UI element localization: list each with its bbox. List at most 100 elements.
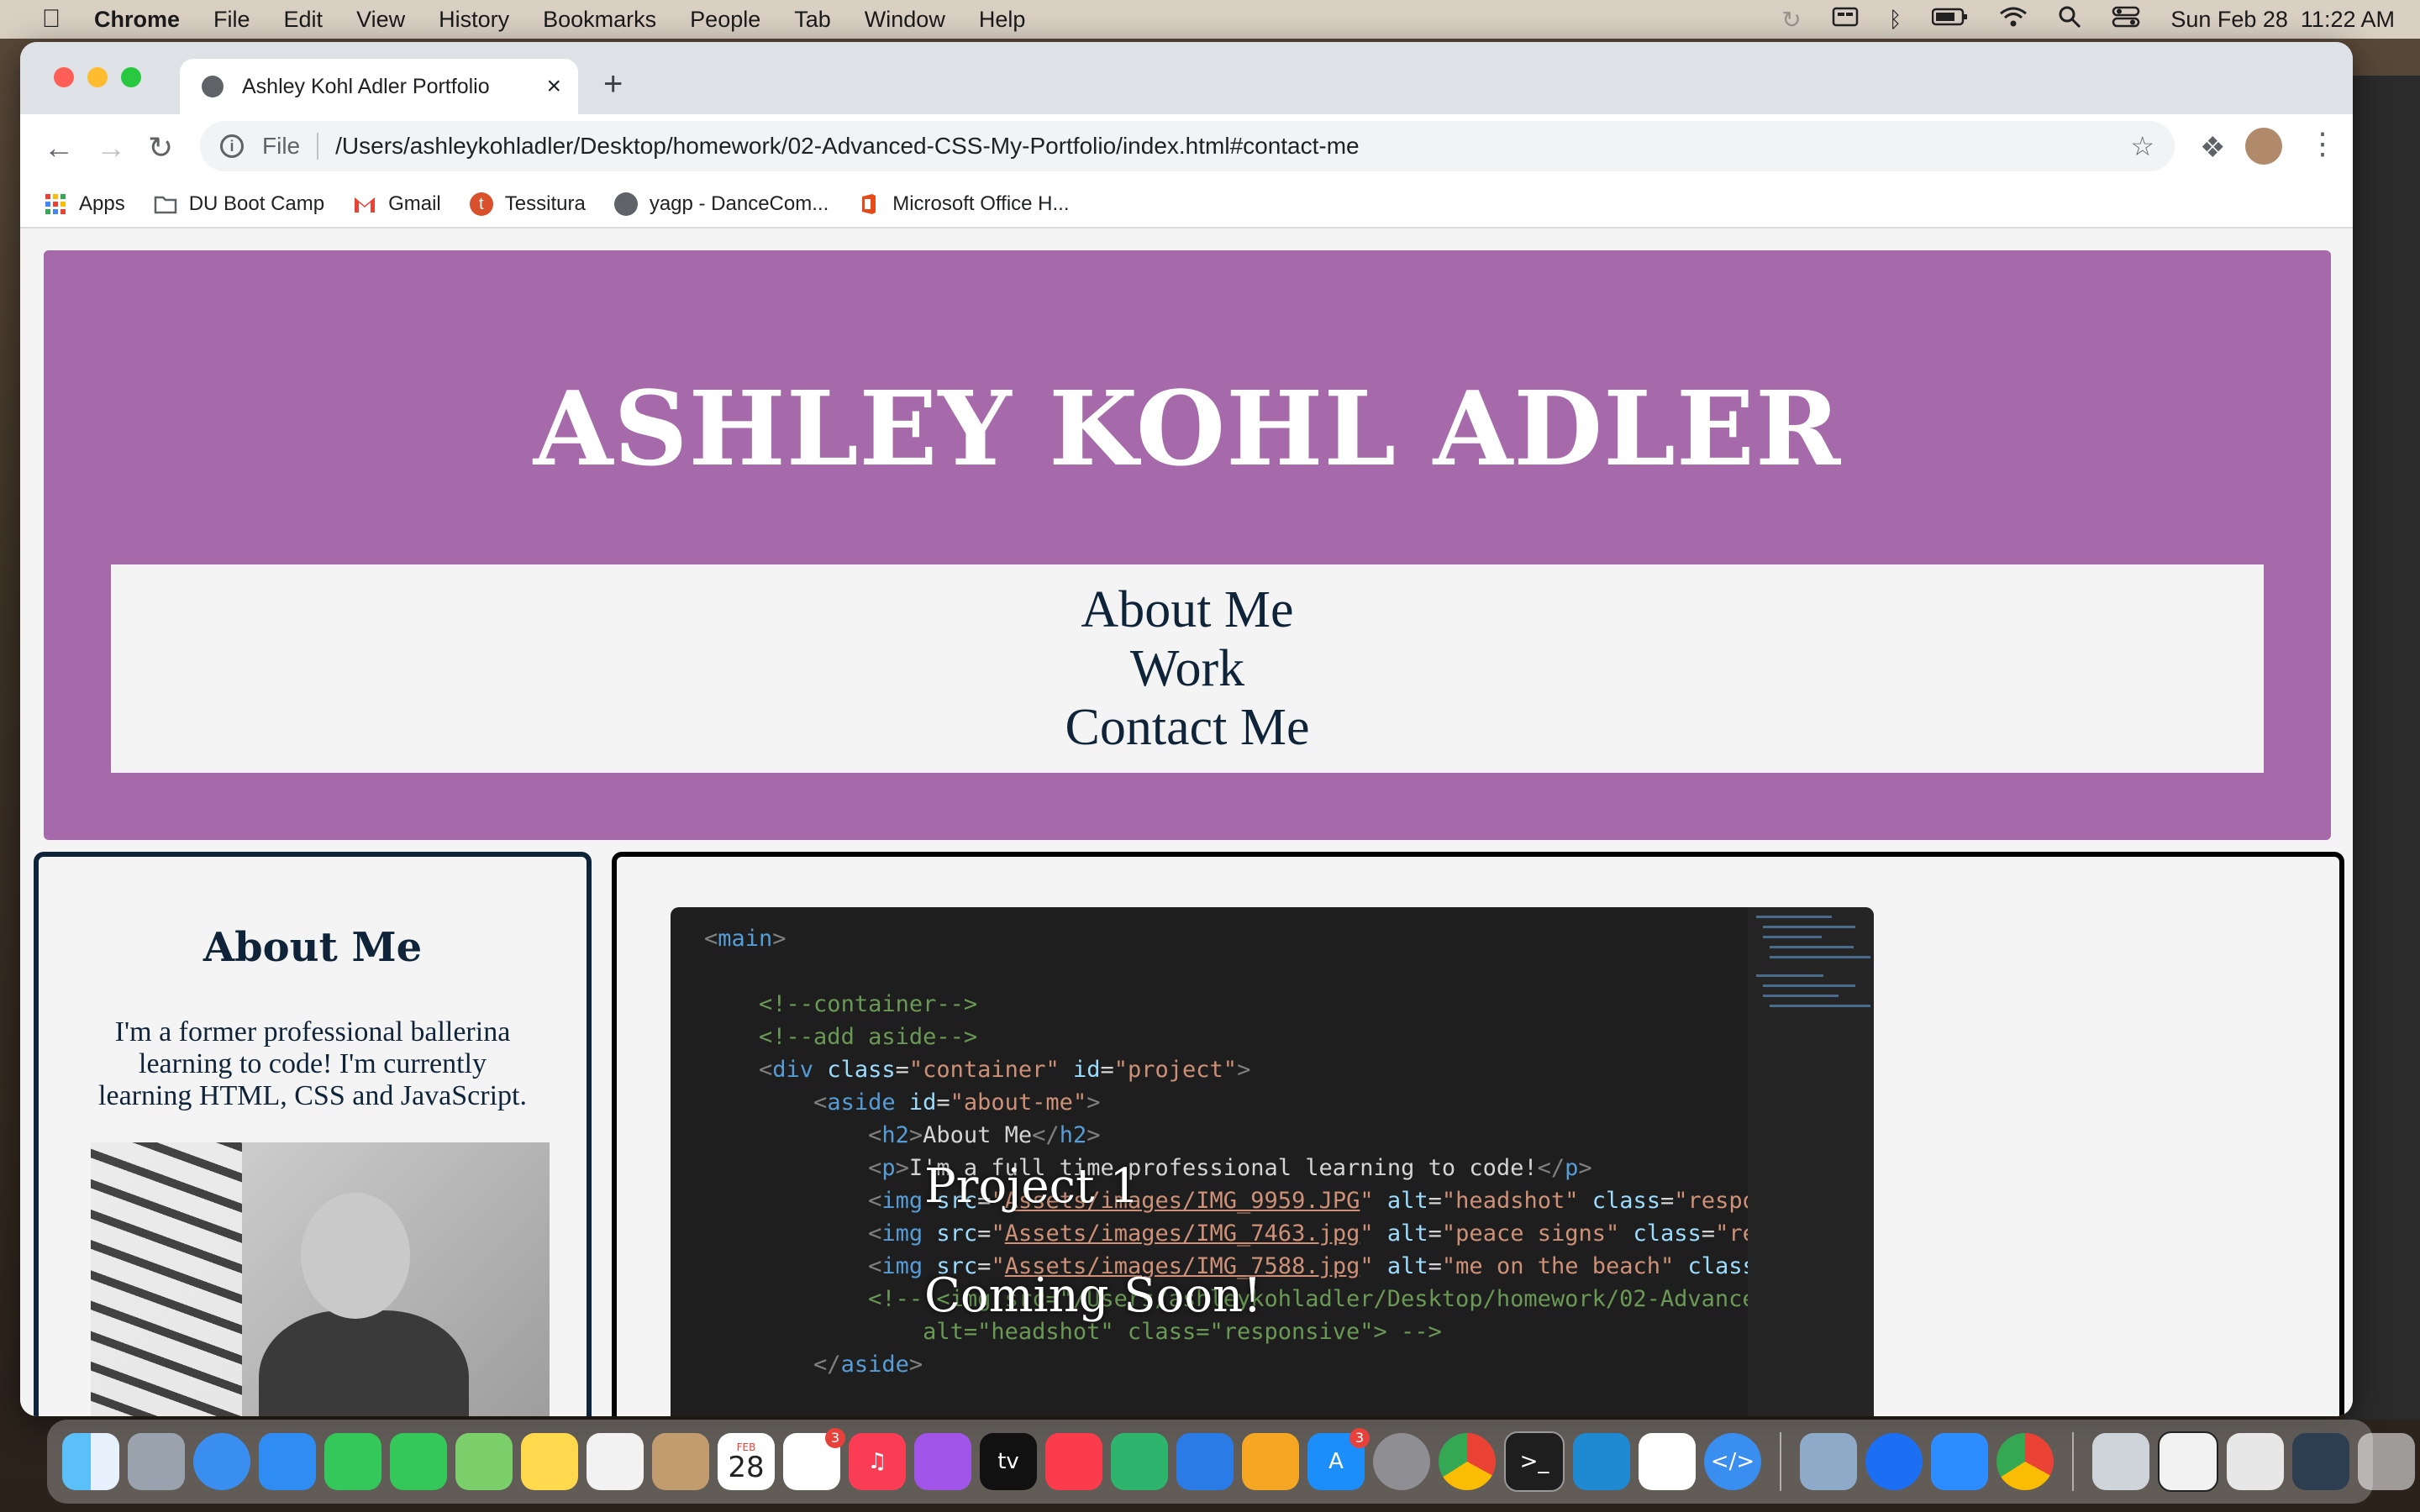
trash-icon[interactable] bbox=[2358, 1433, 2415, 1490]
menu-edit[interactable]: Edit bbox=[284, 7, 324, 33]
bookmark-tessitura[interactable]: t Tessitura bbox=[469, 192, 586, 216]
bookmark-apps[interactable]: Apps bbox=[44, 192, 125, 216]
extensions-puzzle-icon[interactable]: ❖ bbox=[2200, 131, 2225, 165]
code-string: "container" bbox=[908, 1057, 1060, 1083]
back-arrow-icon[interactable]: ← bbox=[44, 131, 74, 165]
nav-link-contact-me[interactable]: Contact Me bbox=[1065, 698, 1310, 757]
chrome-menu-icon[interactable]: ⋮ bbox=[2307, 126, 2338, 161]
keynote-icon[interactable] bbox=[1176, 1433, 1234, 1490]
menu-file[interactable]: File bbox=[213, 7, 250, 33]
spotlight-search-icon[interactable] bbox=[2058, 5, 2081, 34]
photo-background-stairs bbox=[91, 1142, 242, 1416]
minimize-window-button[interactable] bbox=[87, 67, 108, 87]
tab-title: Ashley Kohl Adler Portfolio bbox=[242, 74, 490, 98]
gmail-icon bbox=[353, 192, 376, 216]
bookmark-gmail[interactable]: Gmail bbox=[353, 192, 441, 216]
browser-tab-active[interactable]: Ashley Kohl Adler Portfolio × bbox=[180, 59, 578, 114]
bookmark-du-boot-camp[interactable]: DU Boot Camp bbox=[154, 192, 324, 216]
wifi-icon[interactable] bbox=[1999, 6, 2028, 34]
pages-icon[interactable] bbox=[1242, 1433, 1299, 1490]
news-icon[interactable] bbox=[1045, 1433, 1102, 1490]
minimized-window-1[interactable] bbox=[2092, 1433, 2149, 1490]
vscode-icon[interactable] bbox=[1573, 1433, 1630, 1490]
facetime-icon[interactable] bbox=[324, 1433, 381, 1490]
finder-icon[interactable] bbox=[62, 1433, 119, 1490]
podcasts-icon[interactable] bbox=[914, 1433, 971, 1490]
code-line-6: About Me bbox=[923, 1122, 1033, 1148]
battery-icon[interactable] bbox=[1932, 7, 1969, 33]
menu-history[interactable]: History bbox=[439, 7, 509, 33]
close-window-button[interactable] bbox=[54, 67, 74, 87]
app-store-badge: 3 bbox=[1349, 1428, 1370, 1448]
minimized-window-2[interactable] bbox=[2158, 1431, 2218, 1492]
preview-icon[interactable] bbox=[1800, 1433, 1857, 1490]
launchpad-icon[interactable] bbox=[128, 1433, 185, 1490]
project-card[interactable]: <main> <!--container--> <!--add aside-->… bbox=[671, 907, 1874, 1416]
nav-link-work[interactable]: Work bbox=[1130, 639, 1244, 698]
calendar-icon[interactable]: FEB 28 bbox=[718, 1433, 775, 1490]
bookmark-label: yagp - DanceCom... bbox=[649, 192, 829, 215]
apple-menu-icon[interactable]:  bbox=[37, 5, 66, 34]
background-window bbox=[2344, 76, 2420, 1420]
app-store-icon[interactable]: A3 bbox=[1307, 1428, 1370, 1490]
slack-icon[interactable] bbox=[1639, 1433, 1696, 1490]
contacts-icon[interactable] bbox=[652, 1433, 709, 1490]
menu-app-name[interactable]: Chrome bbox=[94, 7, 180, 33]
menu-window[interactable]: Window bbox=[865, 7, 945, 33]
code-line-3: <!--add aside--> bbox=[759, 1024, 978, 1050]
photo-person-body bbox=[259, 1310, 469, 1416]
bookmark-star-icon[interactable]: ☆ bbox=[2130, 130, 2154, 162]
reminders-icon[interactable]: 3 bbox=[783, 1428, 845, 1490]
chrome-apps-icon[interactable] bbox=[1996, 1433, 2054, 1490]
photos-icon[interactable] bbox=[587, 1433, 644, 1490]
notes-icon[interactable] bbox=[521, 1433, 578, 1490]
tab-close-icon[interactable]: × bbox=[546, 72, 561, 101]
menu-bookmarks[interactable]: Bookmarks bbox=[543, 7, 656, 33]
photo-person-head bbox=[301, 1193, 410, 1319]
dock-separator bbox=[2072, 1432, 2074, 1491]
bookmark-label: Tessitura bbox=[504, 192, 586, 215]
mail-icon[interactable] bbox=[259, 1433, 316, 1490]
messages-icon[interactable] bbox=[390, 1433, 447, 1490]
music-icon[interactable]: ♫ bbox=[849, 1433, 906, 1490]
code-attr: class bbox=[827, 1057, 896, 1083]
bookmark-microsoft-office[interactable]: Microsoft Office H... bbox=[857, 192, 1070, 216]
minimized-window-4[interactable] bbox=[2292, 1433, 2349, 1490]
zoom-icon[interactable] bbox=[1931, 1433, 1988, 1490]
system-preferences-icon[interactable] bbox=[1373, 1433, 1430, 1490]
apple-tv-icon[interactable]: tv bbox=[980, 1433, 1037, 1490]
display-icon[interactable] bbox=[1832, 6, 1859, 34]
new-tab-button[interactable]: + bbox=[603, 67, 623, 101]
chrome-icon[interactable] bbox=[1439, 1433, 1496, 1490]
safari-icon[interactable] bbox=[193, 1433, 250, 1490]
profile-avatar[interactable] bbox=[2245, 128, 2282, 165]
forward-arrow-icon[interactable]: → bbox=[96, 131, 126, 165]
minimized-window-3[interactable] bbox=[2227, 1433, 2284, 1490]
screen-time-icon[interactable] bbox=[1865, 1433, 1923, 1490]
nav-link-about-me[interactable]: About Me bbox=[1081, 580, 1293, 639]
zoom-window-button[interactable] bbox=[121, 67, 141, 87]
control-center-icon[interactable] bbox=[2112, 6, 2140, 34]
code-line-9-src: Assets/images/IMG_7463.jpg bbox=[1004, 1221, 1360, 1247]
bookmark-yagp[interactable]: yagp - DanceCom... bbox=[613, 192, 829, 216]
menu-view[interactable]: View bbox=[356, 7, 405, 33]
menu-help[interactable]: Help bbox=[979, 7, 1026, 33]
sync-status-icon[interactable]: ↻ bbox=[1781, 6, 1801, 34]
menubar-clock[interactable]: Sun Feb 28 11:22 AM bbox=[2170, 7, 2395, 33]
url-scheme-label: File bbox=[262, 133, 301, 159]
reload-icon[interactable]: ↻ bbox=[148, 131, 173, 165]
address-bar[interactable]: i File /Users/ashleykohladler/Desktop/ho… bbox=[200, 121, 2175, 171]
url-text[interactable]: /Users/ashleykohladler/Desktop/homework/… bbox=[335, 133, 2130, 160]
site-info-icon[interactable]: i bbox=[220, 134, 244, 158]
project-title: Project 1 bbox=[924, 1159, 1139, 1214]
project-coming-soon: Coming Soon! bbox=[924, 1268, 1262, 1323]
code-string: "me on the beach" bbox=[1441, 1253, 1675, 1279]
maps-icon[interactable] bbox=[455, 1433, 513, 1490]
menu-people[interactable]: People bbox=[690, 7, 760, 33]
bluetooth-icon[interactable]: ᛒ bbox=[1889, 7, 1902, 33]
calendar-day: 28 bbox=[728, 1451, 765, 1484]
numbers-icon[interactable] bbox=[1111, 1433, 1168, 1490]
menu-tab[interactable]: Tab bbox=[794, 7, 831, 33]
xcode-devtools-icon[interactable]: </> bbox=[1704, 1433, 1761, 1490]
terminal-icon[interactable]: >_ bbox=[1504, 1431, 1565, 1492]
